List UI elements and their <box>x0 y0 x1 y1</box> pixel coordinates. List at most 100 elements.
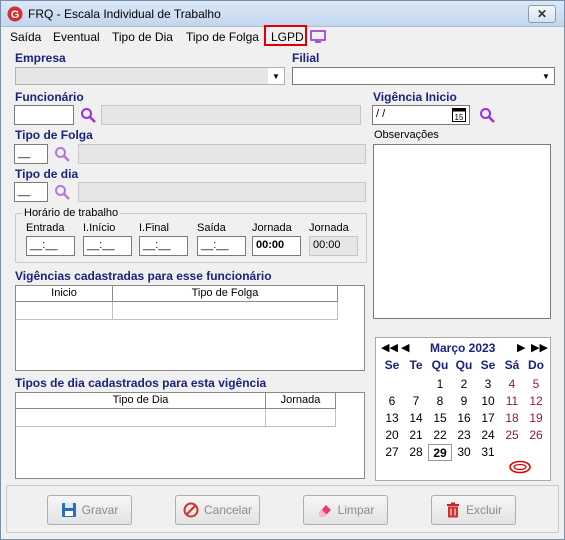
vigencias-table[interactable]: Inicio Tipo de Folga <box>15 285 365 371</box>
weekday-label: Te <box>409 358 423 372</box>
next-month-icon[interactable]: ▶ <box>517 341 525 354</box>
calendar-day[interactable]: 23 <box>452 427 476 444</box>
calendar-day[interactable]: 29 <box>428 444 452 461</box>
table-cell[interactable] <box>16 302 113 320</box>
monitor-icon[interactable] <box>310 30 326 43</box>
calendar-day[interactable]: 13 <box>380 410 404 427</box>
cancelar-button[interactable]: Cancelar <box>175 495 260 525</box>
menu-tipo-de-dia[interactable]: Tipo de Dia <box>112 30 173 44</box>
chevron-down-icon: ▼ <box>268 68 284 84</box>
calendar-day[interactable]: 12 <box>524 393 548 410</box>
empresa-select[interactable]: ▼ <box>15 67 285 85</box>
filial-select[interactable]: ▼ <box>292 67 555 85</box>
calendar-day[interactable]: 10 <box>476 393 500 410</box>
funcionario-label: Funcionário <box>15 90 84 104</box>
main-window: G FRQ - Escala Individual de Trabalho ✕ … <box>0 0 565 540</box>
calendar-day[interactable]: 27 <box>380 444 404 461</box>
entrada-value: __:__ <box>30 239 58 251</box>
calendar-day[interactable]: 30 <box>452 444 476 461</box>
table-cell[interactable] <box>16 409 266 427</box>
tipo-dia-value: __ <box>18 185 31 197</box>
column-header-tipo-dia[interactable]: Tipo de Dia <box>16 393 266 409</box>
calendar-day[interactable]: 5 <box>524 376 548 393</box>
cancelar-label: Cancelar <box>203 503 253 517</box>
filial-label: Filial <box>292 51 320 65</box>
calendar-day[interactable]: 6 <box>380 393 404 410</box>
calendar-day[interactable]: 9 <box>452 393 476 410</box>
calendar-month-label: Março 2023 <box>430 341 496 355</box>
close-button[interactable]: ✕ <box>528 5 556 23</box>
calendar-day[interactable]: 8 <box>428 393 452 410</box>
calendar-day[interactable]: 26 <box>524 427 548 444</box>
tipos-dia-table[interactable]: Tipo de Dia Jornada <box>15 392 365 479</box>
menu-saida[interactable]: Saída <box>10 30 41 44</box>
jornada-value: 00:00 <box>256 239 285 251</box>
calendar-day[interactable]: 2 <box>452 376 476 393</box>
entrada-input[interactable]: __:__ <box>26 236 75 256</box>
eraser-icon <box>318 505 331 517</box>
excluir-label: Excluir <box>465 503 502 517</box>
chevron-down-icon: ▼ <box>538 68 554 84</box>
weekday-label: Qu <box>431 358 449 372</box>
excluir-button[interactable]: Excluir <box>431 495 516 525</box>
calendar-day[interactable]: 15 <box>428 410 452 427</box>
vigencias-title: Vigências cadastradas para esse funcioná… <box>15 269 272 283</box>
weekday-label: Se <box>384 358 400 372</box>
column-header-jornada[interactable]: Jornada <box>266 393 336 409</box>
calendar-day[interactable]: 18 <box>500 410 524 427</box>
i-inicio-label: I.Início <box>83 222 116 234</box>
table-cell[interactable] <box>266 409 336 427</box>
calendar-day[interactable]: 24 <box>476 427 500 444</box>
vigencia-date-input[interactable]: / / 15 <box>372 105 470 125</box>
observacoes-label: Observações <box>374 129 439 141</box>
tipo-folga-input[interactable]: __ <box>14 144 48 164</box>
funcionario-code-input[interactable] <box>14 105 74 125</box>
tipo-folga-desc-field <box>78 144 366 164</box>
tipo-dia-input[interactable]: __ <box>14 182 48 202</box>
calendar-day[interactable]: 21 <box>404 427 428 444</box>
horario-title: Horário de trabalho <box>22 207 121 219</box>
calendar-day[interactable]: 16 <box>452 410 476 427</box>
limpar-button[interactable]: Limpar <box>303 495 388 525</box>
column-header-inicio[interactable]: Inicio <box>16 286 113 302</box>
jornada-total-field: 00:00 <box>309 236 358 256</box>
calendar-day[interactable]: 19 <box>524 410 548 427</box>
previous-month-icon[interactable]: ◀ <box>401 341 409 354</box>
saida-input[interactable]: __:__ <box>197 236 246 256</box>
menu-tipo-de-folga[interactable]: Tipo de Folga <box>186 30 259 44</box>
tipo-dia-desc-field <box>78 182 366 202</box>
limpar-label: Limpar <box>337 503 375 517</box>
search-icon[interactable] <box>54 184 70 200</box>
calendar-day[interactable]: 25 <box>500 427 524 444</box>
weekday-label: Sá <box>504 358 520 372</box>
calendar-day[interactable]: 14 <box>404 410 428 427</box>
column-header-tipo-folga[interactable]: Tipo de Folga <box>113 286 338 302</box>
jornada-input[interactable]: 00:00 <box>252 236 301 256</box>
gravar-button[interactable]: Gravar <box>47 495 132 525</box>
calendar-icon[interactable]: 15 <box>452 108 466 122</box>
search-icon[interactable] <box>54 146 70 162</box>
weekday-label: Se <box>480 358 496 372</box>
previous-year-icon[interactable]: ◀◀ <box>381 341 398 354</box>
jornada-total-label: Jornada <box>309 222 349 234</box>
next-year-icon[interactable]: ▶▶ <box>531 341 548 354</box>
menu-eventual[interactable]: Eventual <box>53 30 100 44</box>
calendar-day[interactable]: 3 <box>476 376 500 393</box>
calendar-day[interactable]: 28 <box>404 444 428 461</box>
calendar-day[interactable]: 31 <box>476 444 500 461</box>
search-icon[interactable] <box>80 107 96 123</box>
table-cell[interactable] <box>113 302 338 320</box>
calendar-day[interactable]: 4 <box>500 376 524 393</box>
search-icon[interactable] <box>479 107 495 123</box>
i-final-input[interactable]: __:__ <box>139 236 188 256</box>
tipo-folga-value: __ <box>18 147 31 159</box>
observacoes-textarea[interactable] <box>373 144 551 319</box>
calendar-day[interactable]: 20 <box>380 427 404 444</box>
today-circle-icon[interactable] <box>508 459 532 475</box>
calendar-day[interactable]: 17 <box>476 410 500 427</box>
calendar-day[interactable]: 11 <box>500 393 524 410</box>
calendar-day[interactable]: 1 <box>428 376 452 393</box>
i-inicio-input[interactable]: __:__ <box>83 236 132 256</box>
calendar-day[interactable]: 7 <box>404 393 428 410</box>
calendar-day[interactable]: 22 <box>428 427 452 444</box>
